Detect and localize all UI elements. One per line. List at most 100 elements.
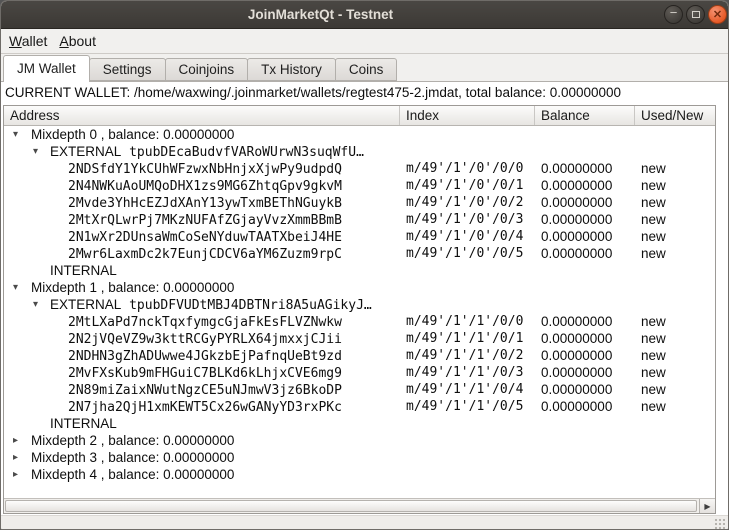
window-controls: − ✕ <box>664 5 727 24</box>
resize-grip[interactable] <box>713 517 725 529</box>
balance-cell <box>535 262 635 279</box>
tree-row[interactable]: INTERNAL <box>4 262 715 279</box>
tab-tx-history[interactable]: Tx History <box>247 58 336 81</box>
address-cell: ▸ Mixdepth 3 , balance: 0.00000000 <box>4 449 400 466</box>
tree-row[interactable]: 2N89miZaixNWutNgzCE5uNJmwV3jz6BkoDPm/49'… <box>4 381 715 398</box>
tab-jm-wallet[interactable]: JM Wallet <box>3 55 90 82</box>
balance-cell: 0.00000000 <box>535 211 635 228</box>
collapse-arrow-icon[interactable]: ▾ <box>33 296 38 313</box>
tree-row[interactable]: 2NDHN3gZhADUwwe4JGkzbEjPafnqUeBt9zd m/49'… <box>4 347 715 364</box>
status-cell: new <box>635 398 715 415</box>
column-header-used-new[interactable]: Used/New <box>635 106 715 125</box>
index-cell: m/49'/1'/0'/0/1 <box>400 177 535 194</box>
title-bar[interactable]: JoinMarketQt - Testnet − ✕ <box>1 1 728 29</box>
minimize-button[interactable]: − <box>664 5 683 24</box>
menu-about[interactable]: About <box>53 30 102 53</box>
column-header-address[interactable]: Address <box>4 106 400 125</box>
balance-cell: 0.00000000 <box>535 347 635 364</box>
horizontal-scrollbar[interactable]: ▶ <box>4 498 715 513</box>
scroll-right-button[interactable]: ▶ <box>699 499 715 513</box>
address-text: 2NDHN3gZhADUwwe4JGkzbEjPafnqUeBt9zd <box>68 349 342 364</box>
tree-row[interactable]: 2MtLXaPd7nckTqxfymgcGjaFkEsFLVZNwkwm/49'… <box>4 313 715 330</box>
status-cell <box>635 143 715 160</box>
column-header-index[interactable]: Index <box>400 106 535 125</box>
collapse-arrow-icon[interactable]: ▾ <box>13 126 18 143</box>
tree-row[interactable]: 2NDSfdY1YkCUhWFzwxNbHnjxXjwPy9udpdQm/49'… <box>4 160 715 177</box>
address-text: 2Mwr6LaxmDc2k7EunjCDCV6aYM6Zuzm9rpC <box>68 247 342 262</box>
current-wallet-label: CURRENT WALLET: /home/waxwing/.joinmarke… <box>1 82 728 104</box>
tree-row[interactable]: ▸ Mixdepth 3 , balance: 0.00000000 <box>4 449 715 466</box>
address-cell: ▸ Mixdepth 2 , balance: 0.00000000 <box>4 432 400 449</box>
expand-arrow-icon[interactable]: ▸ <box>13 449 18 466</box>
address-text: 2MtXrQLwrPj7MKzNUFAfZGjayVvzXmmBBmB <box>68 213 342 228</box>
expand-arrow-icon[interactable]: ▸ <box>13 432 18 449</box>
address-cell: INTERNAL <box>4 262 400 279</box>
row-label: Mixdepth 2 , balance: 0.00000000 <box>31 433 234 448</box>
tree-row[interactable]: 2N1wXr2DUnsaWmCoSeNYduwTAATXbeiJ4HEm/49'… <box>4 228 715 245</box>
balance-cell <box>535 296 635 313</box>
tree-row[interactable]: 2MtXrQLwrPj7MKzNUFAfZGjayVvzXmmBBmB m/49'… <box>4 211 715 228</box>
tree-row[interactable]: ▸Mixdepth 4 , balance: 0.00000000 <box>4 466 715 483</box>
scrollbar-thumb[interactable] <box>5 500 697 512</box>
index-cell: m/49'/1'/1'/0/2 <box>400 347 535 364</box>
address-text: 2NDSfdY1YkCUhWFzwxNbHnjxXjwPy9udpdQ <box>68 162 342 177</box>
balance-cell: 0.00000000 <box>535 160 635 177</box>
tab-coinjoins[interactable]: Coinjoins <box>165 58 249 81</box>
balance-cell: 0.00000000 <box>535 398 635 415</box>
address-text: 2MtLXaPd7nckTqxfymgcGjaFkEsFLVZNwkw <box>68 315 342 330</box>
tree-row[interactable]: ▾EXTERNAL tpubDEcaBudvfVARoWUrwN3suqWfU… <box>4 143 715 160</box>
balance-cell <box>535 279 635 296</box>
tree-row[interactable]: 2Mvde3YhHcEZJdXAnY13ywTxmBEThNGuykBm/49'… <box>4 194 715 211</box>
app-window: JoinMarketQt - Testnet − ✕ Wallet About … <box>0 0 729 530</box>
address-cell: 2MtLXaPd7nckTqxfymgcGjaFkEsFLVZNwkw <box>4 313 400 330</box>
address-text: 2N4NWKuAoUMQoDHX1zs9MG6ZhtqGpv9gkvM <box>68 179 342 194</box>
status-cell: new <box>635 347 715 364</box>
row-label: Mixdepth 0 , balance: 0.00000000 <box>31 127 234 142</box>
column-header-balance[interactable]: Balance <box>535 106 635 125</box>
row-label: Mixdepth 3 , balance: 0.00000000 <box>31 450 234 465</box>
expand-arrow-icon[interactable]: ▸ <box>13 466 18 483</box>
address-cell: ▾EXTERNAL tpubDFVUDtMBJ4DBTNri8A5uAGikyJ… <box>4 296 400 313</box>
tree-header: Address Index Balance Used/New <box>4 106 715 126</box>
address-text: 2MvFXsKub9mFHGuiC7BLKd6kLhjxCVE6mg9 <box>68 366 342 381</box>
address-cell: 2NDSfdY1YkCUhWFzwxNbHnjxXjwPy9udpdQ <box>4 160 400 177</box>
close-button[interactable]: ✕ <box>708 5 727 24</box>
tree-row[interactable]: INTERNAL <box>4 415 715 432</box>
tree-row[interactable]: 2Mwr6LaxmDc2k7EunjCDCV6aYM6Zuzm9rpC m/49'… <box>4 245 715 262</box>
index-cell: m/49'/1'/1'/0/5 <box>400 398 535 415</box>
tree-row[interactable]: ▸ Mixdepth 2 , balance: 0.00000000 <box>4 432 715 449</box>
menu-bar: Wallet About <box>1 29 728 54</box>
tree-row[interactable]: ▾ Mixdepth 0 , balance: 0.00000000 <box>4 126 715 143</box>
index-cell: m/49'/1'/0'/0/3 <box>400 211 535 228</box>
tab-bar: JM Wallet Settings Coinjoins Tx History … <box>1 54 728 81</box>
collapse-arrow-icon[interactable]: ▾ <box>33 143 38 160</box>
status-cell <box>635 449 715 466</box>
address-text: 2N7jha2QjH1xmKEWT5Cx26wGANyYD3rxPKc <box>68 400 342 415</box>
status-cell: new <box>635 313 715 330</box>
tab-coins[interactable]: Coins <box>335 58 398 81</box>
status-bar <box>1 515 728 530</box>
tree-row[interactable]: 2N7jha2QjH1xmKEWT5Cx26wGANyYD3rxPKc m/49'… <box>4 398 715 415</box>
tree-row[interactable]: ▾Mixdepth 1 , balance: 0.00000000 <box>4 279 715 296</box>
index-cell <box>400 415 535 432</box>
index-cell: m/49'/1'/1'/0/1 <box>400 330 535 347</box>
index-cell <box>400 143 535 160</box>
balance-cell <box>535 449 635 466</box>
balance-cell <box>535 415 635 432</box>
menu-wallet[interactable]: Wallet <box>3 30 53 53</box>
index-cell <box>400 466 535 483</box>
tree-row[interactable]: 2MvFXsKub9mFHGuiC7BLKd6kLhjxCVE6mg9m/49'… <box>4 364 715 381</box>
tree-row[interactable]: 2N4NWKuAoUMQoDHX1zs9MG6ZhtqGpv9gkvM m/49'… <box>4 177 715 194</box>
tree-row[interactable]: ▾EXTERNAL tpubDFVUDtMBJ4DBTNri8A5uAGikyJ… <box>4 296 715 313</box>
maximize-button[interactable] <box>686 5 705 24</box>
status-cell: new <box>635 330 715 347</box>
status-cell: new <box>635 177 715 194</box>
status-cell: new <box>635 381 715 398</box>
balance-cell: 0.00000000 <box>535 381 635 398</box>
index-cell: m/49'/1'/0'/0/5 <box>400 245 535 262</box>
xpub-text: tpubDEcaBudvfVARoWUrwN3suqWfU… <box>121 145 364 160</box>
tree-row[interactable]: 2N2jVQeVZ9w3kttRCGyPYRLX64jmxxjCJiim/49'… <box>4 330 715 347</box>
address-cell: 2Mwr6LaxmDc2k7EunjCDCV6aYM6Zuzm9rpC <box>4 245 400 262</box>
tab-settings[interactable]: Settings <box>89 58 166 81</box>
collapse-arrow-icon[interactable]: ▾ <box>13 279 18 296</box>
